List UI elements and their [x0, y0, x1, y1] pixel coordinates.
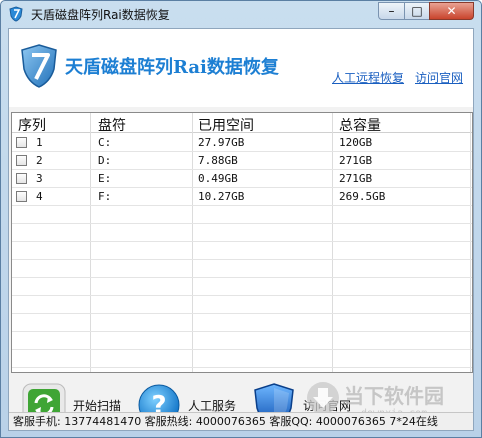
table-row: [12, 296, 472, 314]
table-row[interactable]: 2 D: 7.88GB 271GB: [12, 152, 472, 170]
table-row: [12, 242, 472, 260]
close-button[interactable]: ✕: [429, 2, 474, 20]
cell-index: 1: [36, 136, 43, 149]
cell-used: 27.97GB: [198, 136, 245, 149]
table-row: [12, 206, 472, 224]
header-banner: 天盾磁盘阵列Rai数据恢复 人工远程恢复 访问官网: [9, 29, 473, 107]
cell-index: 3: [36, 172, 43, 185]
cell-index: 2: [36, 154, 43, 167]
table-row: [12, 224, 472, 242]
logo-shield-icon: [21, 44, 57, 88]
cell-drive: D:: [98, 154, 112, 167]
table-row[interactable]: 4 F: 10.27GB 269.5GB: [12, 188, 472, 206]
column-header-index[interactable]: 序列: [18, 115, 46, 135]
cell-drive: F:: [98, 190, 112, 203]
shield-icon: [9, 6, 23, 22]
close-icon: ✕: [446, 4, 457, 18]
drive-table: 序列 盘符 已用空间 总容量 1 C: 27.97GB 120GB 2 D: 7.88GB 2…: [11, 112, 473, 373]
cell-total: 120GB: [339, 136, 373, 149]
official-site-link[interactable]: 访问官网: [415, 69, 463, 86]
window-title: 天盾磁盘阵列Rai数据恢复: [31, 8, 170, 22]
column-header-total[interactable]: 总容量: [339, 115, 381, 135]
client-area: 天盾磁盘阵列Rai数据恢复 人工远程恢复 访问官网 序列 盘符 已用空间 总容量…: [8, 28, 474, 431]
cell-used: 0.49GB: [198, 172, 238, 185]
start-scan-label: 开始扫描: [73, 398, 122, 413]
remote-recovery-link[interactable]: 人工远程恢复: [332, 69, 404, 86]
row-checkbox[interactable]: [16, 155, 27, 166]
table-row: [12, 332, 472, 350]
cell-used: 10.27GB: [198, 190, 245, 203]
table-header: 序列 盘符 已用空间 总容量: [12, 113, 472, 135]
maximize-icon: □: [411, 4, 423, 18]
app-window: 天盾磁盘阵列Rai数据恢复 – □ ✕ 天盾磁盘阵列Rai数据恢复 人工远程恢复…: [0, 0, 482, 438]
table-row: [12, 260, 472, 278]
table-row[interactable]: 1 C: 27.97GB 120GB: [12, 134, 472, 152]
row-checkbox[interactable]: [16, 191, 27, 202]
row-checkbox[interactable]: [16, 173, 27, 184]
minimize-icon: –: [388, 4, 395, 18]
title-bar[interactable]: 天盾磁盘阵列Rai数据恢复 – □ ✕: [1, 1, 481, 27]
column-header-used[interactable]: 已用空间: [198, 115, 254, 135]
cell-drive: C:: [98, 136, 112, 149]
table-row: [12, 314, 472, 332]
watermark-text: 当下软件园: [344, 384, 444, 408]
table-row[interactable]: 3 E: 0.49GB 271GB: [12, 170, 472, 188]
table-row: [12, 278, 472, 296]
cell-total: 269.5GB: [339, 190, 386, 203]
column-header-drive[interactable]: 盘符: [98, 115, 126, 135]
table-row: [12, 350, 472, 368]
brand-title: 天盾磁盘阵列Rai数据恢复: [65, 57, 279, 78]
download-icon: [307, 382, 339, 414]
row-checkbox[interactable]: [16, 137, 27, 148]
cell-drive: E:: [98, 172, 112, 185]
maximize-button[interactable]: □: [404, 2, 430, 20]
status-bar: 客服手机: 13774481470 客服热线: 4000076365 客服QQ:…: [9, 412, 473, 430]
manual-service-label: 人工服务: [188, 398, 237, 413]
cell-total: 271GB: [339, 172, 373, 185]
cell-index: 4: [36, 190, 43, 203]
cell-total: 271GB: [339, 154, 373, 167]
cell-used: 7.88GB: [198, 154, 238, 167]
minimize-button[interactable]: –: [378, 2, 405, 20]
